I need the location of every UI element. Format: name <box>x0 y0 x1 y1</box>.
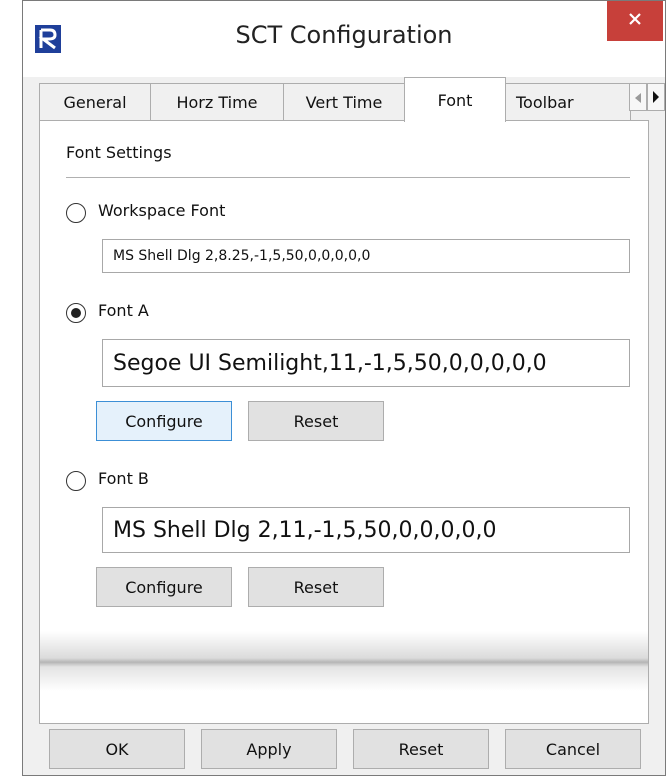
triangle-left-icon <box>634 88 642 107</box>
window-title: SCT Configuration <box>235 21 453 49</box>
font-a-radio[interactable] <box>66 303 86 323</box>
tab-bar: General Horz Time Vert Time Font Toolbar <box>39 77 665 122</box>
font-b-reset-button[interactable]: Reset <box>248 567 384 607</box>
title-bar[interactable]: SCT Configuration <box>23 1 665 77</box>
font-b-field[interactable]: MS Shell Dlg 2,11,-1,5,50,0,0,0,0,0 <box>102 507 630 553</box>
font-b-label[interactable]: Font B <box>98 469 149 488</box>
radio-selected-dot <box>71 308 81 318</box>
font-b-radio[interactable] <box>66 471 86 491</box>
tab-general[interactable]: General <box>39 83 151 120</box>
close-button[interactable] <box>607 1 663 41</box>
tab-scroll-arrows <box>629 83 665 111</box>
tab-horz-time[interactable]: Horz Time <box>150 83 284 120</box>
triangle-right-icon <box>652 88 660 107</box>
workspace-font-label[interactable]: Workspace Font <box>98 201 225 220</box>
font-b-configure-button[interactable]: Configure <box>96 567 232 607</box>
screenshot-cut-band <box>40 631 648 691</box>
tab-scroll-left-button[interactable] <box>629 83 647 111</box>
group-divider <box>66 177 630 178</box>
cancel-button[interactable]: Cancel <box>505 729 641 769</box>
workspace-font-radio[interactable] <box>66 203 86 223</box>
tab-font[interactable]: Font <box>404 77 506 122</box>
font-tab-panel: Font Settings Workspace Font MS Shell Dl… <box>39 120 649 724</box>
tab-scroll-right-button[interactable] <box>647 83 665 111</box>
workspace-font-field[interactable]: MS Shell Dlg 2,8.25,-1,5,50,0,0,0,0,0 <box>102 239 630 273</box>
tab-toolbar[interactable]: Toolbar <box>505 83 631 120</box>
font-a-label[interactable]: Font A <box>98 301 149 320</box>
close-icon <box>627 11 643 31</box>
reset-button[interactable]: Reset <box>353 729 489 769</box>
ok-button[interactable]: OK <box>49 729 185 769</box>
font-a-reset-button[interactable]: Reset <box>248 401 384 441</box>
font-a-field[interactable]: Segoe UI Semilight,11,-1,5,50,0,0,0,0,0 <box>102 339 630 387</box>
tab-vert-time[interactable]: Vert Time <box>283 83 405 120</box>
font-a-configure-button[interactable]: Configure <box>96 401 232 441</box>
font-settings-group-label: Font Settings <box>66 143 172 162</box>
apply-button[interactable]: Apply <box>201 729 337 769</box>
sct-configuration-dialog: SCT Configuration General Horz Time Vert… <box>22 0 666 776</box>
